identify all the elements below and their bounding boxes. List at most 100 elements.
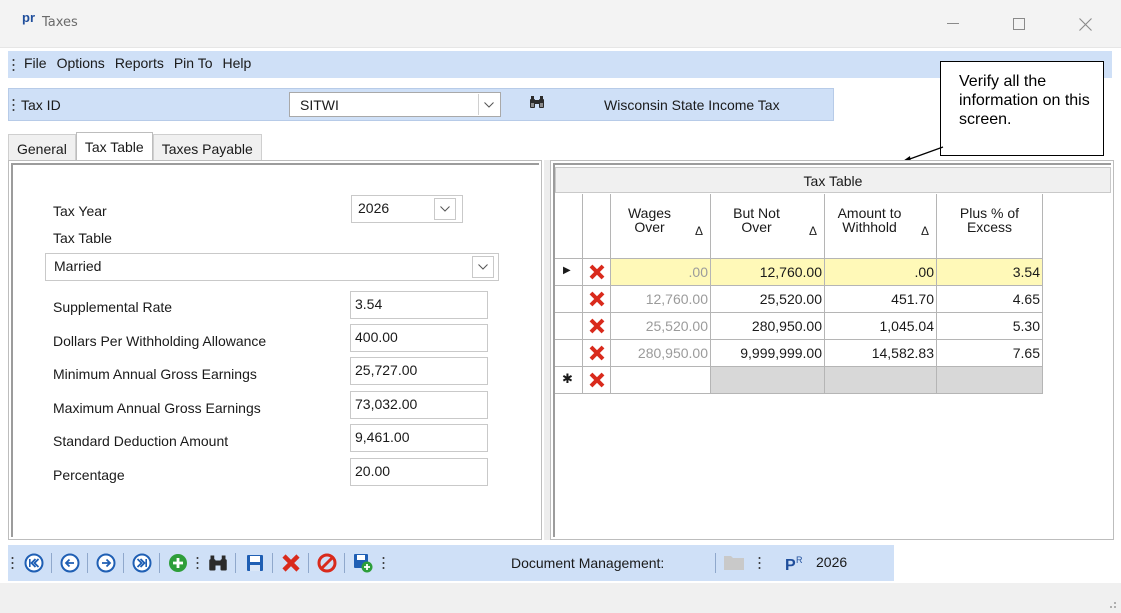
payroll-year: 2026 bbox=[816, 554, 848, 570]
search-binoculars-icon[interactable] bbox=[208, 553, 228, 577]
max-gross-label: Maximum Annual Gross Earnings bbox=[53, 400, 261, 416]
cell-amount[interactable]: .00 bbox=[825, 259, 937, 286]
cell-wages-over[interactable]: 280,950.00 bbox=[611, 340, 711, 367]
header-but-not-over[interactable]: But Not Over Δ bbox=[711, 194, 825, 259]
row-indicator[interactable] bbox=[555, 313, 583, 340]
cell-wages-over[interactable]: 25,520.00 bbox=[611, 313, 711, 340]
first-record-icon[interactable] bbox=[24, 553, 44, 577]
menu-file[interactable]: File bbox=[24, 55, 47, 71]
menu-items: File Options Reports Pin To Help bbox=[24, 55, 261, 71]
toolbar-grip-icon[interactable] bbox=[382, 556, 386, 570]
new-cell-plus-percent[interactable] bbox=[937, 367, 1043, 394]
tab-general[interactable]: General bbox=[8, 134, 76, 160]
close-button[interactable] bbox=[1062, 8, 1108, 40]
cell-but-not-over[interactable]: 25,520.00 bbox=[711, 286, 825, 313]
cell-but-not-over[interactable]: 280,950.00 bbox=[711, 313, 825, 340]
minimize-button[interactable] bbox=[930, 8, 976, 40]
payroll-year-icon[interactable]: PR bbox=[784, 553, 806, 577]
delete-row-button[interactable] bbox=[583, 340, 611, 367]
delete-x-icon bbox=[589, 264, 605, 280]
toolbar-grip-icon[interactable] bbox=[11, 556, 15, 570]
chevron-down-icon[interactable] bbox=[434, 198, 456, 220]
new-row-indicator[interactable]: ✱ bbox=[555, 367, 583, 394]
menu-reports[interactable]: Reports bbox=[115, 55, 164, 71]
cell-plus-percent[interactable]: 4.65 bbox=[937, 286, 1043, 313]
delete-row-button[interactable] bbox=[583, 367, 611, 394]
toolbar-grip-icon[interactable] bbox=[758, 556, 762, 570]
tax-id-label: Tax ID bbox=[21, 97, 61, 113]
sort-icon[interactable]: Δ bbox=[809, 224, 817, 238]
cancel-icon[interactable] bbox=[317, 553, 337, 577]
row-indicator[interactable] bbox=[555, 286, 583, 313]
chevron-down-icon[interactable] bbox=[478, 94, 498, 115]
header-amount-to-withhold[interactable]: Amount to Withhold Δ bbox=[825, 194, 937, 259]
cell-but-not-over[interactable]: 9,999,999.00 bbox=[711, 340, 825, 367]
header-plus-percent-excess[interactable]: Plus % of Excess bbox=[937, 194, 1043, 259]
last-record-icon[interactable] bbox=[132, 553, 152, 577]
toolbar-grip-icon[interactable] bbox=[12, 98, 16, 112]
tax-settings-panel: Tax Year 2026 Tax Table Married Suppleme… bbox=[8, 160, 542, 540]
new-cell-amount[interactable] bbox=[825, 367, 937, 394]
tab-strip: General Tax Table Taxes Payable bbox=[8, 132, 262, 160]
maximize-button[interactable] bbox=[996, 8, 1042, 40]
new-cell-wages-over[interactable] bbox=[611, 367, 711, 394]
menu-help[interactable]: Help bbox=[223, 55, 252, 71]
cell-amount[interactable]: 1,045.04 bbox=[825, 313, 937, 340]
tab-taxes-payable[interactable]: Taxes Payable bbox=[152, 134, 262, 160]
cell-wages-over[interactable]: .00 bbox=[611, 259, 711, 286]
delete-x-icon bbox=[589, 318, 605, 334]
std-deduction-input[interactable]: 9,461.00 bbox=[350, 424, 488, 452]
tax-year-value: 2026 bbox=[358, 200, 390, 216]
toolbar-grip-icon[interactable] bbox=[196, 556, 200, 570]
header-wages-over[interactable]: Wages Over Δ bbox=[611, 194, 711, 259]
cell-plus-percent[interactable]: 7.65 bbox=[937, 340, 1043, 367]
lookup-binoculars-icon[interactable] bbox=[529, 94, 545, 114]
minimize-icon bbox=[947, 23, 959, 24]
cell-plus-percent[interactable]: 3.54 bbox=[937, 259, 1043, 286]
menu-options[interactable]: Options bbox=[57, 55, 105, 71]
chevron-down-icon[interactable] bbox=[472, 256, 494, 278]
cell-plus-percent[interactable]: 5.30 bbox=[937, 313, 1043, 340]
cell-amount[interactable]: 14,582.83 bbox=[825, 340, 937, 367]
add-record-icon[interactable] bbox=[168, 553, 188, 577]
tax-table-label: Tax Table bbox=[53, 230, 112, 246]
document-management-label: Document Management: bbox=[511, 555, 665, 571]
delete-row-button[interactable] bbox=[583, 286, 611, 313]
previous-record-icon[interactable] bbox=[60, 553, 80, 577]
save-new-icon[interactable] bbox=[353, 553, 373, 577]
tax-id-combo[interactable]: SITWI bbox=[289, 92, 501, 117]
dollars-per-allowance-input[interactable]: 400.00 bbox=[350, 324, 488, 352]
cell-wages-over[interactable]: 12,760.00 bbox=[611, 286, 711, 313]
min-gross-label: Minimum Annual Gross Earnings bbox=[53, 366, 257, 382]
sort-icon[interactable]: Δ bbox=[921, 224, 929, 238]
window-title: Taxes bbox=[42, 15, 78, 30]
navigation-toolbar: Document Management: PR 2026 bbox=[8, 545, 894, 581]
supplemental-rate-input[interactable]: 3.54 bbox=[350, 291, 488, 319]
max-gross-input[interactable]: 73,032.00 bbox=[350, 391, 488, 419]
delete-record-icon[interactable] bbox=[281, 553, 301, 577]
menu-pin-to[interactable]: Pin To bbox=[174, 55, 213, 71]
delete-row-button[interactable] bbox=[583, 313, 611, 340]
resize-grip-icon bbox=[1110, 602, 1116, 608]
row-indicator[interactable] bbox=[555, 340, 583, 367]
sort-icon[interactable]: Δ bbox=[695, 224, 703, 238]
row-indicator[interactable]: ▶ bbox=[555, 259, 583, 286]
std-deduction-label: Standard Deduction Amount bbox=[53, 433, 229, 449]
delete-row-button[interactable] bbox=[583, 259, 611, 286]
new-cell-but-not-over[interactable] bbox=[711, 367, 825, 394]
tab-tax-table[interactable]: Tax Table bbox=[75, 132, 153, 160]
save-icon[interactable] bbox=[245, 553, 265, 577]
min-gross-input[interactable]: 25,727.00 bbox=[350, 357, 488, 385]
maximize-icon bbox=[1013, 18, 1025, 30]
grid-header-indicator bbox=[555, 194, 583, 259]
tax-table-select[interactable]: Married bbox=[45, 253, 499, 281]
svg-text:P: P bbox=[785, 557, 796, 573]
cell-but-not-over[interactable]: 12,760.00 bbox=[711, 259, 825, 286]
percentage-input[interactable]: 20.00 bbox=[350, 458, 488, 486]
folder-icon[interactable] bbox=[723, 553, 745, 575]
toolbar-grip-icon[interactable] bbox=[12, 58, 16, 72]
next-record-icon[interactable] bbox=[96, 553, 116, 577]
tax-table-grid: Tax Table Wages Over Δ But Not Over Δ Amou… bbox=[550, 160, 1114, 540]
tax-description: Wisconsin State Income Tax bbox=[604, 97, 780, 113]
cell-amount[interactable]: 451.70 bbox=[825, 286, 937, 313]
